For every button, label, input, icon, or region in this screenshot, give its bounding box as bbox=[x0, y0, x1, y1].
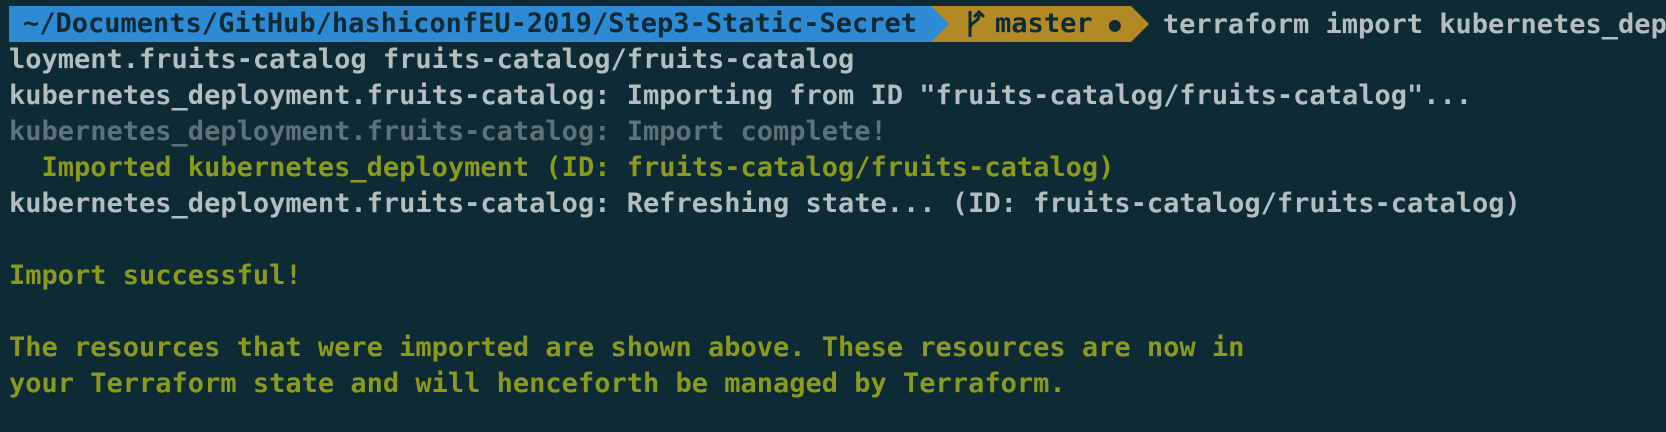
output-line-import-complete: kubernetes_deployment.fruits-catalog: Im… bbox=[9, 116, 887, 147]
output-line-imported: Imported kubernetes_deployment (ID: frui… bbox=[9, 152, 1115, 183]
output-line-info-1: The resources that were imported are sho… bbox=[9, 332, 1245, 363]
prompt-git-segment: master ● bbox=[949, 6, 1131, 42]
output-line-info-2: your Terraform state and will henceforth… bbox=[9, 368, 1066, 399]
git-branch-name: master bbox=[995, 8, 1093, 39]
terminal-window[interactable]: ~/Documents/GitHub/hashiconfEU-2019/Step… bbox=[0, 0, 1666, 432]
git-dirty-indicator bbox=[1093, 6, 1109, 42]
command-continuation: loyment.fruits-catalog fruits-catalog/fr… bbox=[9, 44, 855, 75]
git-status-dot: ● bbox=[1108, 12, 1121, 36]
output-blank-line bbox=[9, 294, 1666, 330]
prompt-path-segment: ~/Documents/GitHub/hashiconfEU-2019/Step… bbox=[9, 6, 932, 42]
output-line-refreshing: kubernetes_deployment.fruits-catalog: Re… bbox=[9, 188, 1521, 219]
git-branch-icon bbox=[968, 9, 986, 37]
powerline-separator bbox=[931, 6, 950, 42]
command-text: terraform import kubernetes_dep bbox=[1162, 8, 1666, 40]
prompt-line: ~/Documents/GitHub/hashiconfEU-2019/Step… bbox=[9, 6, 1666, 42]
output-line-success: Import successful! bbox=[9, 260, 302, 291]
output-blank-line bbox=[9, 222, 1666, 258]
output-line-importing: kubernetes_deployment.fruits-catalog: Im… bbox=[9, 80, 1472, 111]
powerline-separator bbox=[1130, 6, 1149, 42]
